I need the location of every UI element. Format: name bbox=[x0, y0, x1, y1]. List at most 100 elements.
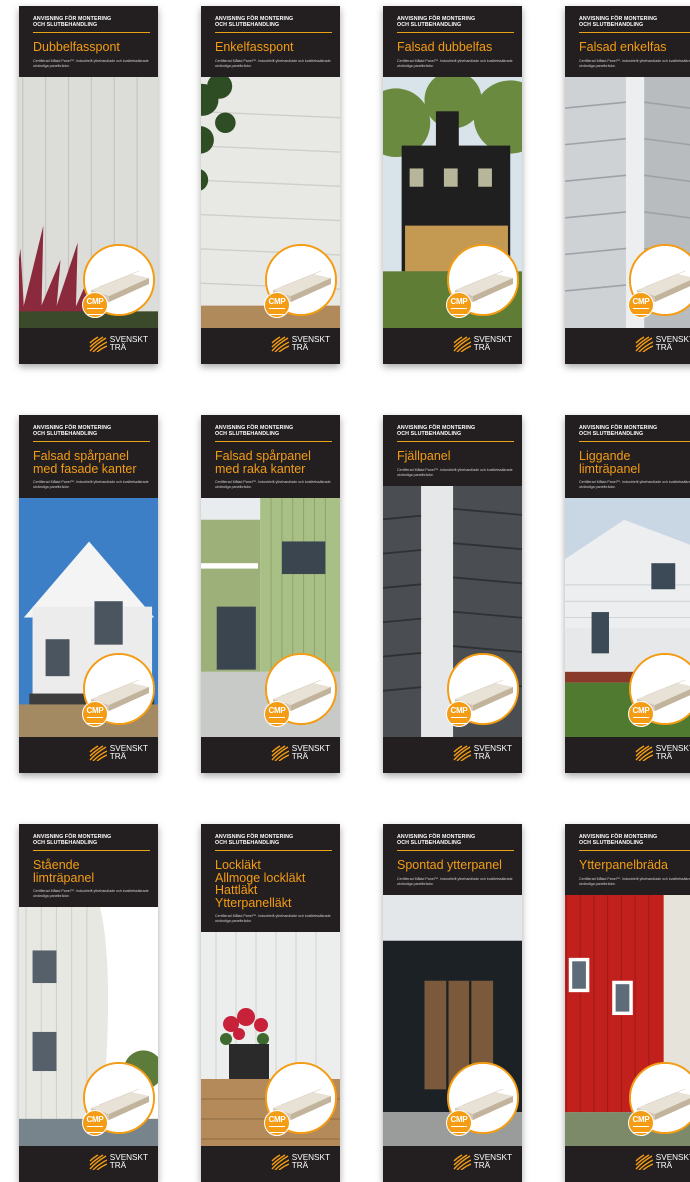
brochure-card[interactable]: ANVISNING FÖR MONTERING OCH SLUTBEHANDLI… bbox=[383, 824, 522, 1182]
svenskt-tra-logo: SVENSKT TRÄ bbox=[635, 744, 690, 762]
wood-grain-logo-icon bbox=[89, 1154, 108, 1171]
brochure-footer: SVENSKT TRÄ bbox=[19, 737, 158, 773]
brochure-header: ANVISNING FÖR MONTERING OCH SLUTBEHANDLI… bbox=[201, 824, 340, 932]
cmp-badge: CMP bbox=[446, 1110, 472, 1136]
brochure-title: Falsad spårpanel med fasade kanter bbox=[33, 449, 137, 476]
brochure-card[interactable]: ANVISNING FÖR MONTERING OCH SLUTBEHANDLI… bbox=[565, 824, 690, 1182]
brochure-header: ANVISNING FÖR MONTERING OCH SLUTBEHANDLI… bbox=[19, 6, 158, 77]
brochure-card[interactable]: ANVISNING FÖR MONTERING OCH SLUTBEHANDLI… bbox=[565, 415, 690, 773]
brochure-description: Certifierad Målad Panel™. Industriellt y… bbox=[579, 876, 690, 886]
brochure-footer: SVENSKT TRÄ bbox=[201, 328, 340, 364]
brochure-footer: SVENSKT TRÄ bbox=[201, 1146, 340, 1182]
cmp-badge: CMP bbox=[82, 701, 108, 727]
brochure-description: Certifierad Målad Panel™. Industriellt y… bbox=[397, 467, 513, 477]
brochure-footer: SVENSKT TRÄ bbox=[201, 737, 340, 773]
brochure-title: Stående limträpanel bbox=[33, 858, 95, 885]
brochure-card[interactable]: ANVISNING FÖR MONTERING OCH SLUTBEHANDLI… bbox=[19, 824, 158, 1182]
brochure-kicker: ANVISNING FÖR MONTERING OCH SLUTBEHANDLI… bbox=[397, 834, 514, 851]
brochure-title: Enkelfasspont bbox=[215, 40, 294, 54]
kicker-line-2: OCH SLUTBEHANDLING bbox=[33, 431, 98, 438]
brochure-header: ANVISNING FÖR MONTERING OCH SLUTBEHANDLI… bbox=[201, 415, 340, 498]
cmp-badge-lines bbox=[87, 308, 103, 315]
brochure-kicker: ANVISNING FÖR MONTERING OCH SLUTBEHANDLI… bbox=[33, 425, 150, 442]
brochure-card[interactable]: ANVISNING FÖR MONTERING OCH SLUTBEHANDLI… bbox=[201, 824, 340, 1182]
brand-wordmark: SVENSKT TRÄ bbox=[474, 1153, 512, 1170]
wood-grain-logo-icon bbox=[271, 1154, 290, 1171]
svenskt-tra-logo: SVENSKT TRÄ bbox=[635, 1153, 690, 1171]
wood-grain-logo-icon bbox=[635, 1154, 654, 1171]
brochure-footer: SVENSKT TRÄ bbox=[565, 328, 690, 364]
brochure-card[interactable]: ANVISNING FÖR MONTERING OCH SLUTBEHANDLI… bbox=[565, 6, 690, 364]
brand-line-2: TRÄ bbox=[655, 752, 673, 761]
brand-wordmark: SVENSKT TRÄ bbox=[291, 744, 330, 761]
cmp-badge-lines bbox=[633, 717, 649, 724]
brand-line-2: TRÄ bbox=[109, 1161, 127, 1170]
cmp-badge-label: CMP bbox=[450, 706, 468, 715]
brochure-kicker: ANVISNING FÖR MONTERING OCH SLUTBEHANDLI… bbox=[215, 834, 332, 851]
brochure-footer: SVENSKT TRÄ bbox=[383, 328, 522, 364]
brochure-card[interactable]: ANVISNING FÖR MONTERING OCH SLUTBEHANDLI… bbox=[383, 415, 522, 773]
cmp-badge-lines bbox=[269, 717, 285, 724]
brand-line-2: TRÄ bbox=[473, 343, 491, 352]
cmp-badge-label: CMP bbox=[268, 706, 286, 715]
svenskt-tra-logo: SVENSKT TRÄ bbox=[453, 335, 512, 353]
cmp-badge-lines bbox=[451, 717, 467, 724]
brochure-header: ANVISNING FÖR MONTERING OCH SLUTBEHANDLI… bbox=[565, 6, 690, 77]
brochure-header: ANVISNING FÖR MONTERING OCH SLUTBEHANDLI… bbox=[383, 415, 522, 486]
brochure-kicker: ANVISNING FÖR MONTERING OCH SLUTBEHANDLI… bbox=[579, 16, 690, 33]
brochure-title: Spontad ytterpanel bbox=[397, 858, 502, 872]
brochure-title: Lockläkt Allmoge lockläkt Hattläkt Ytter… bbox=[215, 858, 306, 910]
kicker-line-2: OCH SLUTBEHANDLING bbox=[215, 22, 280, 29]
brochure-title: Liggande limträpanel bbox=[579, 449, 641, 476]
brand-wordmark: SVENSKT TRÄ bbox=[291, 335, 330, 352]
svenskt-tra-logo: SVENSKT TRÄ bbox=[635, 335, 690, 353]
wood-grain-logo-icon bbox=[89, 745, 108, 762]
brochure-description: Certifierad Målad Panel™. Industriellt y… bbox=[579, 480, 690, 490]
brochure-card[interactable]: ANVISNING FÖR MONTERING OCH SLUTBEHANDLI… bbox=[19, 415, 158, 773]
brochure-title: Falsad enkelfas bbox=[579, 40, 667, 54]
cmp-badge-lines bbox=[451, 1126, 467, 1133]
svenskt-tra-logo: SVENSKT TRÄ bbox=[89, 1153, 148, 1171]
brochure-card[interactable]: ANVISNING FÖR MONTERING OCH SLUTBEHANDLI… bbox=[201, 415, 340, 773]
kicker-line-2: OCH SLUTBEHANDLING bbox=[397, 431, 462, 438]
brochure-kicker: ANVISNING FÖR MONTERING OCH SLUTBEHANDLI… bbox=[215, 425, 332, 442]
cmp-badge-label: CMP bbox=[450, 297, 468, 306]
brochure-description: Certifierad Målad Panel™. Industriellt y… bbox=[33, 480, 149, 490]
brochure-card[interactable]: ANVISNING FÖR MONTERING OCH SLUTBEHANDLI… bbox=[19, 6, 158, 364]
svenskt-tra-logo: SVENSKT TRÄ bbox=[453, 744, 512, 762]
svenskt-tra-logo: SVENSKT TRÄ bbox=[453, 1153, 512, 1171]
brochure-card[interactable]: ANVISNING FÖR MONTERING OCH SLUTBEHANDLI… bbox=[383, 6, 522, 364]
cmp-badge: CMP bbox=[628, 701, 654, 727]
brochure-header: ANVISNING FÖR MONTERING OCH SLUTBEHANDLI… bbox=[565, 415, 690, 498]
brochure-header: ANVISNING FÖR MONTERING OCH SLUTBEHANDLI… bbox=[383, 824, 522, 895]
brochure-card[interactable]: ANVISNING FÖR MONTERING OCH SLUTBEHANDLI… bbox=[201, 6, 340, 364]
kicker-line-2: OCH SLUTBEHANDLING bbox=[397, 22, 462, 29]
cmp-badge-label: CMP bbox=[86, 297, 104, 306]
brochure-title: Falsad dubbelfas bbox=[397, 40, 493, 54]
brochure-description: Certifierad Målad Panel™. Industriellt y… bbox=[397, 876, 513, 886]
cmp-badge-label: CMP bbox=[268, 297, 286, 306]
cmp-badge: CMP bbox=[446, 292, 472, 318]
brochure-footer: SVENSKT TRÄ bbox=[383, 737, 522, 773]
cmp-badge: CMP bbox=[264, 701, 290, 727]
cmp-badge-lines bbox=[269, 308, 285, 315]
svenskt-tra-logo: SVENSKT TRÄ bbox=[271, 335, 330, 353]
wood-grain-logo-icon bbox=[271, 336, 290, 353]
cmp-badge-label: CMP bbox=[450, 1115, 468, 1124]
brand-wordmark: SVENSKT TRÄ bbox=[656, 335, 690, 352]
kicker-line-2: OCH SLUTBEHANDLING bbox=[579, 22, 644, 29]
svenskt-tra-logo: SVENSKT TRÄ bbox=[271, 744, 330, 762]
kicker-line-2: OCH SLUTBEHANDLING bbox=[579, 431, 644, 438]
brochure-description: Certifierad Målad Panel™. Industriellt y… bbox=[579, 58, 690, 68]
cmp-badge: CMP bbox=[82, 1110, 108, 1136]
wood-grain-logo-icon bbox=[271, 745, 290, 762]
brochure-footer: SVENSKT TRÄ bbox=[565, 1146, 690, 1182]
brochure-title: Dubbelfasspont bbox=[33, 40, 120, 54]
brand-line-2: TRÄ bbox=[291, 752, 309, 761]
brand-wordmark: SVENSKT TRÄ bbox=[473, 335, 512, 352]
wood-grain-logo-icon bbox=[635, 336, 654, 353]
brand-line-2: TRÄ bbox=[473, 752, 491, 761]
brochure-description: Certifierad Målad Panel™. Industriellt y… bbox=[215, 914, 331, 924]
brand-line-2: TRÄ bbox=[291, 343, 309, 352]
cmp-badge: CMP bbox=[628, 1110, 654, 1136]
